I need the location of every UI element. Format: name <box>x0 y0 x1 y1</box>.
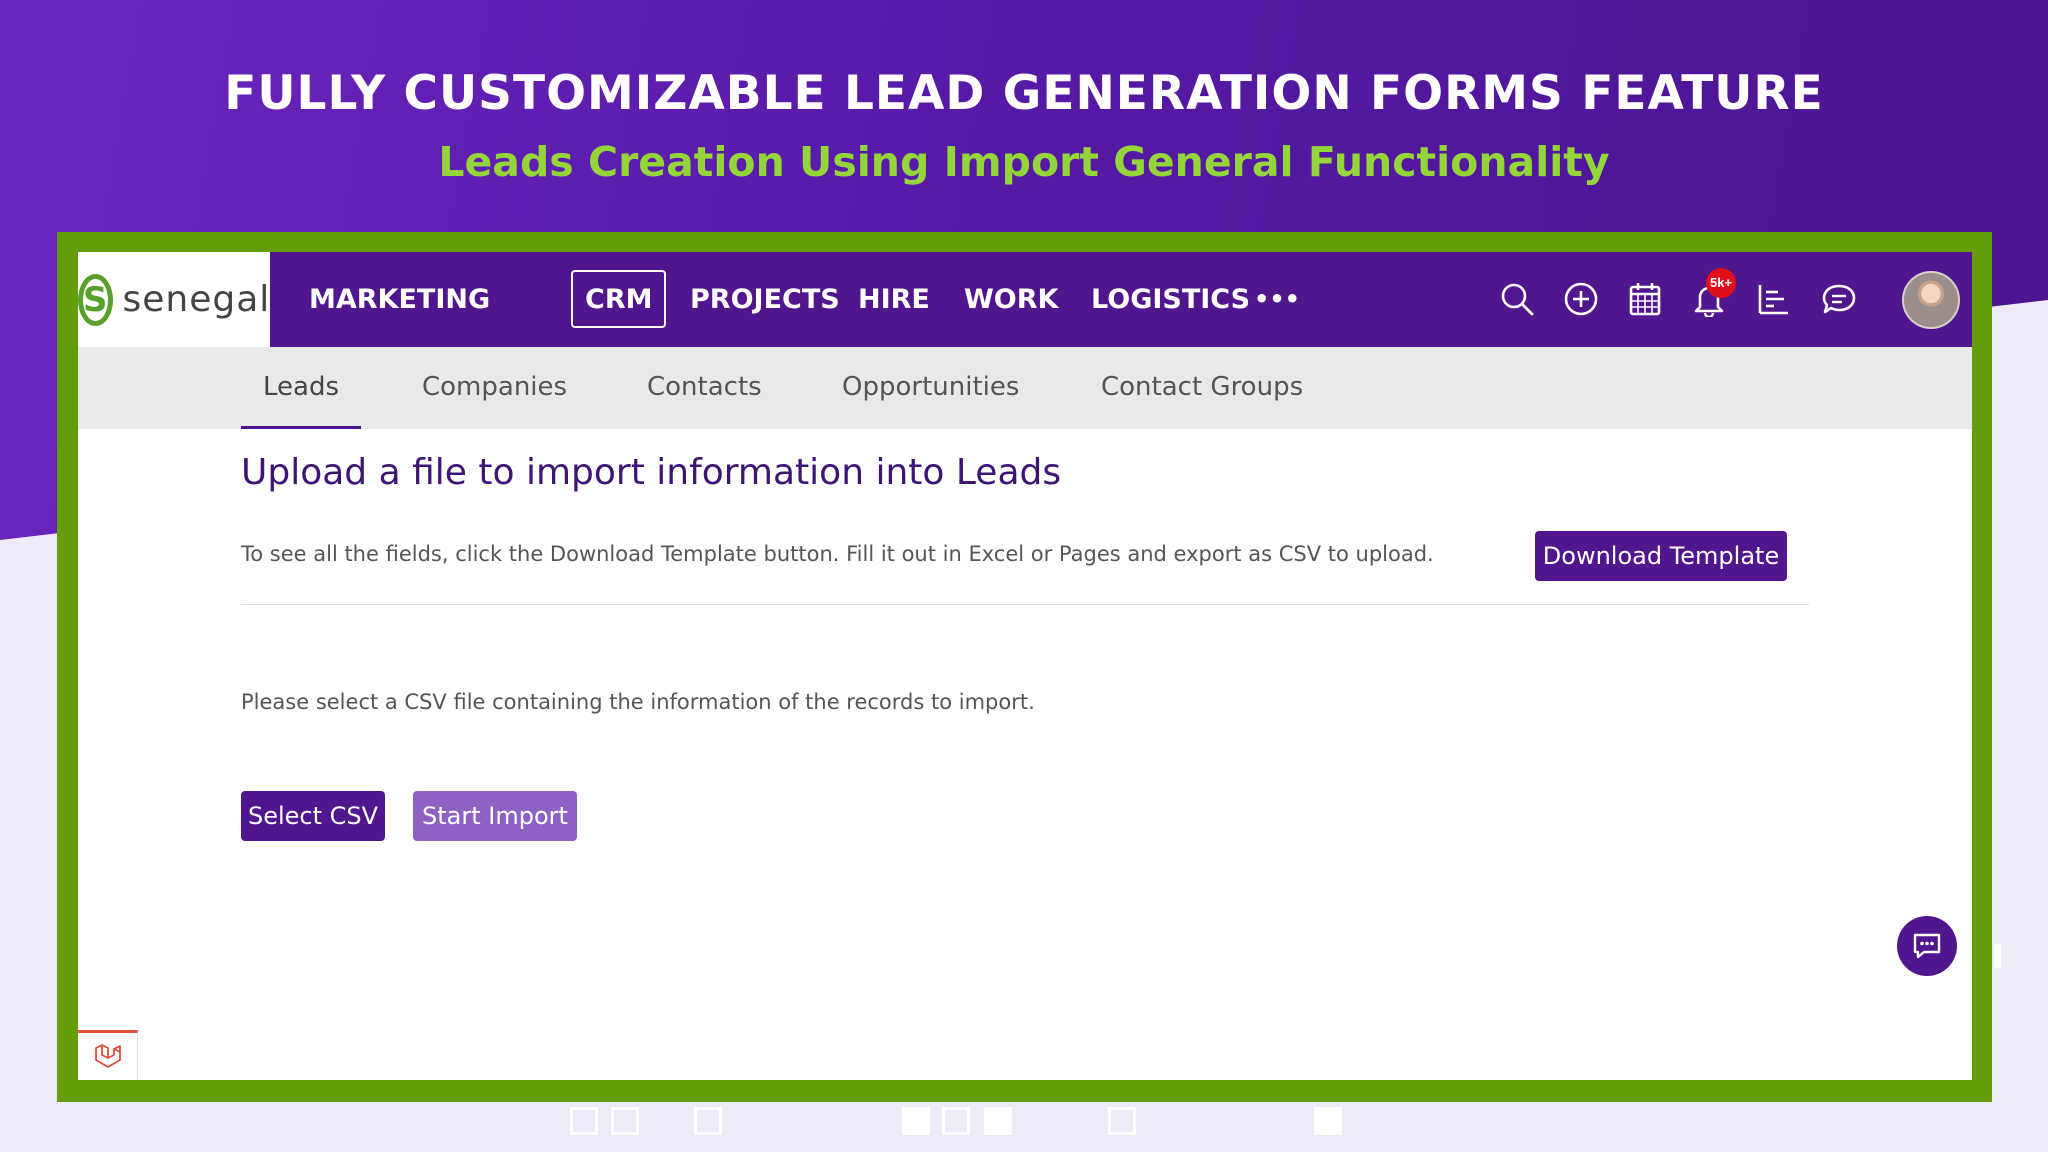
template-hint: To see all the fields, click the Downloa… <box>241 542 1434 566</box>
download-template-button[interactable]: Download Template <box>1535 531 1787 581</box>
tab-contact-groups[interactable]: Contact Groups <box>1101 347 1303 429</box>
bell-icon[interactable]: 5k+ <box>1688 268 1736 320</box>
nav-work[interactable]: WORK <box>964 252 1058 347</box>
user-avatar[interactable] <box>1902 271 1960 329</box>
nav-crm[interactable]: CRM <box>571 270 667 328</box>
chat-icon[interactable] <box>1818 278 1860 320</box>
chat-bubble-icon <box>1913 933 1941 959</box>
logo[interactable]: S senegal <box>78 252 270 347</box>
nav-hire[interactable]: HIRE <box>858 252 930 347</box>
start-import-button[interactable]: Start Import <box>413 791 577 841</box>
tab-leads[interactable]: Leads <box>241 347 362 429</box>
nav-projects[interactable]: PROJECTS <box>690 252 840 347</box>
app-window: S senegal MARKETING CRM PROJECTS HIRE WO… <box>78 252 1972 1080</box>
search-icon[interactable] <box>1496 278 1538 320</box>
calendar-icon[interactable] <box>1624 278 1666 320</box>
top-navigation: S senegal MARKETING CRM PROJECTS HIRE WO… <box>78 252 1972 347</box>
nav-marketing[interactable]: MARKETING <box>309 252 490 347</box>
chat-support-button[interactable] <box>1897 916 1957 976</box>
add-circle-icon[interactable] <box>1560 278 1602 320</box>
list-chart-icon[interactable] <box>1752 278 1794 320</box>
select-csv-hint: Please select a CSV file containing the … <box>241 690 1035 714</box>
crm-subnav: Leads Companies Contacts Opportunities C… <box>78 347 1972 429</box>
edge-mark <box>1994 944 2001 968</box>
hero-title: FULLY CUSTOMIZABLE LEAD GENERATION FORMS… <box>224 66 1824 121</box>
nav-logistics[interactable]: LOGISTICS <box>1091 252 1250 347</box>
nav-more-button[interactable]: ••• <box>1254 252 1300 347</box>
page-title: Upload a file to import information into… <box>241 452 1062 493</box>
divider <box>241 604 1809 605</box>
laravel-debug-icon[interactable] <box>78 1030 138 1080</box>
hero-subtitle: Leads Creation Using Import General Func… <box>438 138 1610 186</box>
tab-companies[interactable]: Companies <box>422 347 567 429</box>
notification-badge: 5k+ <box>1706 268 1736 298</box>
select-csv-button[interactable]: Select CSV <box>241 791 385 841</box>
tab-contacts[interactable]: Contacts <box>647 347 762 429</box>
decorative-squares <box>0 1107 2048 1137</box>
logo-mark-icon: S <box>78 273 113 326</box>
tab-opportunities[interactable]: Opportunities <box>842 347 1019 429</box>
logo-text: senegal <box>122 279 271 320</box>
